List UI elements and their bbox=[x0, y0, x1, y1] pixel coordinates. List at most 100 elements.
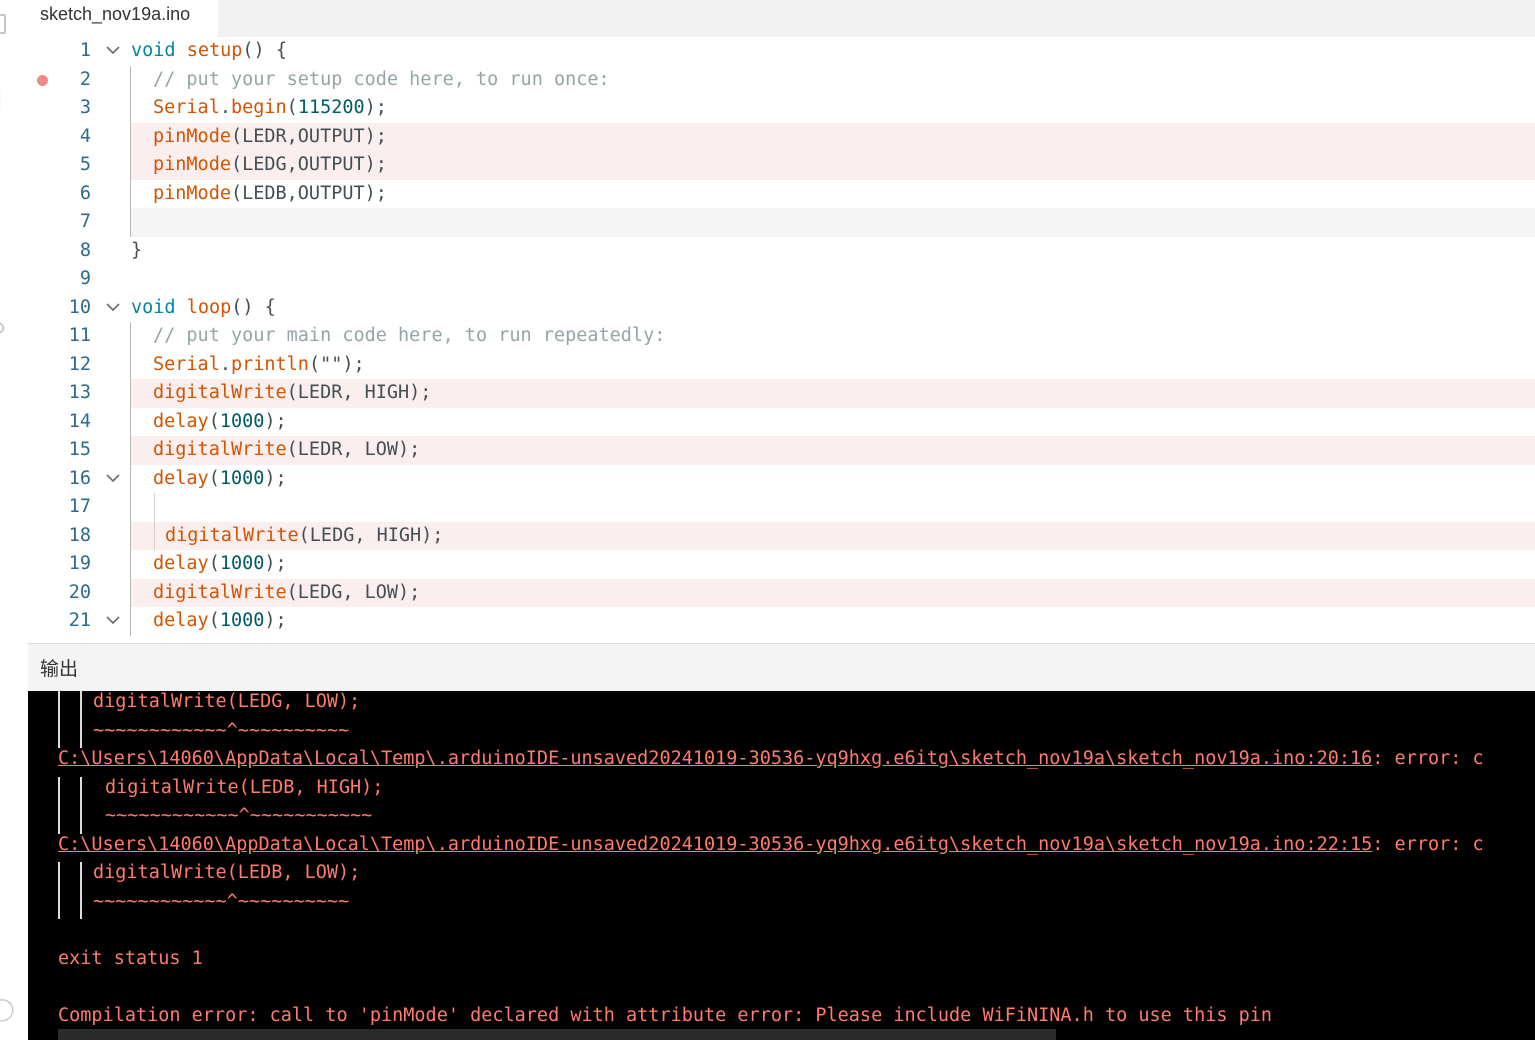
chevron-down-icon[interactable] bbox=[105, 299, 121, 315]
code-line-content: pinMode(LEDG,OUTPUT); bbox=[131, 151, 1535, 180]
file-path-link[interactable]: C:\Users\14060\AppData\Local\Temp\.ardui… bbox=[58, 748, 1372, 769]
code-line[interactable]: 3 Serial.begin(115200); bbox=[28, 94, 1535, 123]
code-line-content: Serial.begin(115200); bbox=[131, 94, 1535, 123]
code-token: ( bbox=[208, 410, 220, 432]
error-location-link[interactable]: C:\Users\14060\AppData\Local\Temp\.ardui… bbox=[58, 831, 1484, 859]
code-line[interactable]: 1 void setup() { bbox=[28, 37, 1535, 66]
code-token: digitalWrite bbox=[165, 524, 299, 546]
code-line-content: pinMode(LEDB,OUTPUT); bbox=[131, 180, 1535, 209]
chevron-down-icon[interactable] bbox=[105, 42, 121, 58]
code-line-content: // put your main code here, to run repea… bbox=[131, 322, 1535, 351]
indent-guide bbox=[130, 464, 131, 493]
indent-guide bbox=[130, 350, 131, 379]
code-line[interactable]: 9 bbox=[28, 265, 1535, 294]
code-line[interactable]: 5 pinMode(LEDG,OUTPUT); bbox=[28, 151, 1535, 180]
code-token: digitalWrite bbox=[153, 581, 287, 603]
error-location-link[interactable]: C:\Users\14060\AppData\Local\Temp\.ardui… bbox=[58, 745, 1484, 773]
error-context-bar bbox=[58, 805, 60, 834]
code-token: println bbox=[230, 353, 309, 375]
output-console[interactable]: digitalWrite(LEDG, LOW); ~~~~~~~~~~~~^~~~… bbox=[28, 691, 1535, 1040]
code-line[interactable]: 15 digitalWrite(LEDR, LOW); bbox=[28, 436, 1535, 465]
code-line[interactable]: 7 bbox=[28, 208, 1535, 237]
error-context-bar bbox=[80, 719, 82, 748]
indent-guide bbox=[130, 379, 131, 408]
code-line[interactable]: 12 Serial.println(""); bbox=[28, 350, 1535, 379]
code-line[interactable]: 20 digitalWrite(LEDG, LOW); bbox=[28, 578, 1535, 607]
line-number: 16 bbox=[68, 467, 91, 489]
code-line-content: pinMode(LEDR,OUTPUT); bbox=[131, 122, 1535, 151]
tab-sketch[interactable]: sketch_nov19a.ino bbox=[28, 0, 218, 37]
line-number: 18 bbox=[68, 524, 91, 546]
code-line-content bbox=[131, 265, 1535, 294]
code-text: delay(1000); bbox=[153, 465, 287, 494]
code-token: delay bbox=[153, 610, 209, 631]
indent-guide bbox=[130, 208, 131, 237]
code-token: () { bbox=[242, 40, 287, 61]
code-token: 1000 bbox=[219, 467, 265, 489]
search-icon[interactable]: ⚲ bbox=[0, 321, 10, 343]
code-token: // put your main code here, to run repea… bbox=[153, 325, 666, 346]
code-line[interactable]: 8} bbox=[28, 237, 1535, 266]
code-line[interactable]: 6 pinMode(LEDB,OUTPUT); bbox=[28, 179, 1535, 209]
code-line[interactable]: 2 // put your setup code here, to run onc… bbox=[28, 65, 1535, 94]
indent-guide bbox=[130, 493, 131, 522]
code-token: (LEDG, HIGH); bbox=[298, 524, 444, 546]
code-token: begin bbox=[230, 97, 287, 118]
code-token: 1000 bbox=[219, 553, 265, 574]
account-icon[interactable]: ◯ bbox=[0, 999, 15, 1021]
error-context-bar bbox=[58, 890, 60, 919]
code-line[interactable]: 18 digitalWrite(LEDG, HIGH); bbox=[28, 521, 1535, 550]
indent-guide bbox=[154, 521, 155, 550]
code-line[interactable]: 10 void loop() { bbox=[28, 294, 1535, 323]
horizontal-scrollbar[interactable] bbox=[58, 1029, 1056, 1040]
code-line[interactable]: 21 delay(1000); bbox=[28, 607, 1535, 636]
code-line[interactable]: 14 delay(1000); bbox=[28, 407, 1535, 436]
code-text: delay(1000); bbox=[153, 550, 287, 579]
code-token: digitalWrite bbox=[153, 439, 287, 460]
code-token: (LEDB,OUTPUT); bbox=[230, 182, 387, 204]
code-token: loop bbox=[186, 296, 232, 318]
file-path-link[interactable]: C:\Users\14060\AppData\Local\Temp\.ardui… bbox=[58, 834, 1372, 855]
arduino-ide-window: ▯ ⧸ › ⚲ ◯ sketch_nov19a.ino 1void setup(… bbox=[0, 0, 1535, 1040]
code-token: pinMode bbox=[153, 125, 231, 147]
code-text: pinMode(LEDB,OUTPUT); bbox=[153, 180, 387, 209]
activity-bar: ▯ ⧸ › ⚲ ◯ bbox=[0, 0, 28, 1040]
code-line-content: delay(1000); bbox=[131, 550, 1535, 579]
code-line[interactable]: 17 bbox=[28, 493, 1535, 522]
debug-icon[interactable]: › bbox=[0, 246, 10, 266]
code-text: // put your main code here, to run repea… bbox=[153, 322, 665, 351]
code-line[interactable]: 13 digitalWrite(LEDR, HIGH); bbox=[28, 379, 1535, 408]
line-number: 20 bbox=[68, 581, 91, 603]
code-line[interactable]: 16 delay(1000); bbox=[28, 464, 1535, 494]
code-token: ); bbox=[264, 410, 287, 432]
error-context-bar bbox=[80, 890, 82, 919]
code-token: ); bbox=[364, 97, 387, 118]
library-manager-icon[interactable]: ⧸ bbox=[0, 174, 10, 194]
console-line: digitalWrite(LEDB, HIGH); bbox=[105, 776, 384, 798]
code-text: Serial.begin(115200); bbox=[153, 94, 387, 123]
chevron-down-icon[interactable] bbox=[105, 612, 121, 628]
code-text: void setup() { bbox=[131, 37, 287, 66]
code-token: Serial bbox=[153, 353, 220, 375]
chevron-down-icon[interactable] bbox=[105, 470, 121, 486]
code-line[interactable]: 11 // put your main code here, to run rep… bbox=[28, 322, 1535, 351]
code-line[interactable]: 19 delay(1000); bbox=[28, 550, 1535, 579]
code-token: delay bbox=[153, 467, 209, 489]
code-token: pinMode bbox=[153, 154, 231, 175]
error-context-bar bbox=[80, 776, 82, 805]
output-panel-title: 输出 bbox=[40, 658, 79, 680]
error-context-bar bbox=[80, 691, 82, 720]
code-line-content bbox=[131, 208, 1535, 237]
code-editor[interactable]: 1 void setup() {2// put your setup code h… bbox=[28, 37, 1535, 643]
code-token: void bbox=[131, 40, 187, 61]
sketchbook-icon[interactable] bbox=[0, 14, 6, 34]
boards-manager-icon[interactable]: ▯ bbox=[0, 89, 10, 111]
code-line[interactable]: 4 pinMode(LEDR,OUTPUT); bbox=[28, 122, 1535, 151]
output-panel-header: 输出 bbox=[28, 643, 1535, 691]
code-line-content: void setup() { bbox=[131, 37, 1535, 66]
code-text: pinMode(LEDG,OUTPUT); bbox=[153, 151, 387, 180]
line-number: 15 bbox=[68, 439, 91, 460]
indent-guide bbox=[130, 151, 131, 180]
line-number: 8 bbox=[79, 239, 91, 261]
code-token: (LEDG,OUTPUT); bbox=[230, 154, 387, 175]
